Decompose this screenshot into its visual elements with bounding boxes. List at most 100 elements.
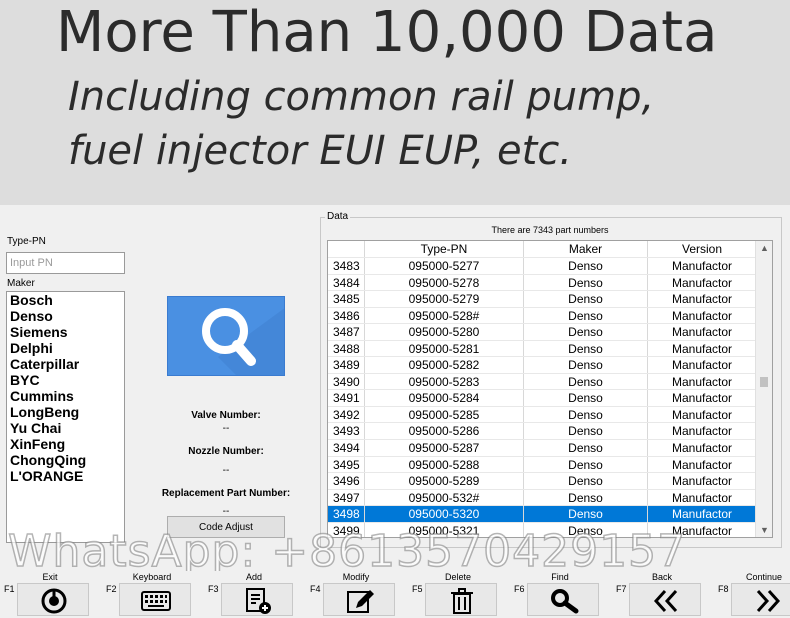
- column-header-type-pn[interactable]: Type-PN: [365, 241, 524, 257]
- cell-type-pn: 095000-5279: [365, 291, 524, 307]
- maker-list-item[interactable]: LongBeng: [10, 404, 124, 420]
- maker-list-item[interactable]: Cummins: [10, 388, 124, 404]
- maker-list-item[interactable]: Caterpillar: [10, 356, 124, 372]
- valve-number-label: Valve Number:: [191, 410, 261, 421]
- function-key-code: F7: [616, 584, 627, 594]
- table-row[interactable]: 3486 095000-528# Denso Manufactor: [328, 307, 756, 325]
- cell-maker: Denso: [524, 274, 648, 291]
- table-row[interactable]: 3489 095000-5282 Denso Manufactor: [328, 357, 756, 374]
- cell-row-number: 3491: [328, 390, 365, 406]
- add-button[interactable]: [221, 583, 293, 616]
- delete-button[interactable]: [425, 583, 497, 616]
- power-icon: [41, 588, 67, 614]
- cell-version: Manufactor: [671, 308, 733, 323]
- cell-maker: Denso: [524, 406, 648, 423]
- scroll-up-icon[interactable]: ▲: [756, 241, 772, 255]
- search-tile-button[interactable]: [167, 296, 285, 376]
- cell-type-pn: 095000-5284: [365, 390, 524, 406]
- table-row[interactable]: 3487 095000-5280 Denso Manufactor: [328, 324, 756, 341]
- function-key-label: Modify: [342, 572, 370, 582]
- table-row[interactable]: 3488 095000-5281 Denso Manufactor: [328, 340, 756, 358]
- cell-type-pn: 095000-5289: [365, 473, 524, 489]
- function-key-code: F1: [4, 584, 15, 594]
- maker-list-item[interactable]: XinFeng: [10, 436, 124, 452]
- cell-row-number: 3495: [328, 456, 365, 473]
- function-key-label: Continue: [745, 572, 783, 582]
- function-key-find: Find F6: [510, 571, 610, 618]
- replacement-part-label: Replacement Part Number:: [161, 488, 291, 499]
- type-pn-input[interactable]: [6, 252, 125, 274]
- cell-row-number: 3497: [328, 489, 365, 506]
- maker-list-item[interactable]: Yu Chai: [10, 420, 124, 436]
- table-row[interactable]: 3498 095000-5320 Denso Manufactor: [328, 506, 756, 523]
- cell-row-number: 3484: [328, 274, 365, 291]
- cell-maker: Denso: [524, 390, 648, 406]
- modify-button[interactable]: [323, 583, 395, 616]
- cell-row-number: 3488: [328, 340, 365, 357]
- cell-version: Manufactor: [671, 259, 733, 273]
- table-row[interactable]: 3495 095000-5288 Denso Manufactor: [328, 456, 756, 474]
- table-header-row: Type-PN Maker Version: [328, 241, 756, 258]
- maker-list-item[interactable]: Siemens: [10, 324, 124, 340]
- cell-type-pn: 095000-532#: [365, 489, 524, 506]
- table-row[interactable]: 3497 095000-532# Denso Manufactor: [328, 489, 756, 507]
- cell-row-number: 3496: [328, 473, 365, 489]
- cell-type-pn: 095000-5286: [365, 423, 524, 440]
- column-header-maker[interactable]: Maker: [524, 241, 648, 257]
- back-button[interactable]: [629, 583, 701, 616]
- column-header-row-number[interactable]: [328, 241, 365, 257]
- maker-list-item[interactable]: BYC: [10, 372, 124, 388]
- function-key-label: Keyboard: [132, 572, 172, 582]
- cell-type-pn: 095000-5277: [365, 258, 524, 274]
- cell-version: Manufactor: [671, 441, 733, 456]
- maker-list-item[interactable]: Delphi: [10, 340, 124, 356]
- type-pn-label: Type-PN: [7, 236, 46, 247]
- banner-subtitle-line2: fuel injector EUI EUP, etc.: [68, 128, 573, 174]
- table-row[interactable]: 3483 095000-5277 Denso Manufactor: [328, 258, 756, 275]
- table-row[interactable]: 3491 095000-5284 Denso Manufactor: [328, 390, 756, 407]
- maker-list-item[interactable]: Denso: [10, 308, 124, 324]
- function-key-code: F6: [514, 584, 525, 594]
- maker-list[interactable]: Bosch Denso Siemens Delphi Caterpillar BYC Cum…: [6, 291, 125, 543]
- cell-version: Manufactor: [671, 341, 733, 356]
- nozzle-number-label: Nozzle Number:: [188, 446, 264, 457]
- table-row[interactable]: 3496 095000-5289 Denso Manufactor: [328, 473, 756, 490]
- table-row[interactable]: 3485 095000-5279 Denso Manufactor: [328, 291, 756, 308]
- function-key-code: F5: [412, 584, 423, 594]
- table-row[interactable]: 3493 095000-5286 Denso Manufactor: [328, 423, 756, 441]
- function-key-code: F8: [718, 584, 729, 594]
- cell-row-number: 3485: [328, 291, 365, 307]
- promo-banner: More Than 10,000 Data Including common r…: [0, 0, 790, 205]
- function-key-modify: Modify F4: [306, 571, 406, 618]
- scroll-thumb[interactable]: [760, 377, 768, 387]
- maker-list-item[interactable]: Bosch: [10, 292, 124, 308]
- column-header-version[interactable]: Version: [648, 241, 756, 257]
- table-row[interactable]: 3484 095000-5278 Denso Manufactor: [328, 274, 756, 292]
- table-vertical-scrollbar[interactable]: ▲ ▼: [755, 241, 772, 537]
- cell-version: Manufactor: [671, 457, 733, 472]
- table-row[interactable]: 3492 095000-5285 Denso Manufactor: [328, 406, 756, 424]
- app-window: Type-PN Maker BoschDensoSiemensDelphiCat…: [0, 205, 790, 570]
- cell-row-number: 3490: [328, 373, 365, 390]
- cell-type-pn: 095000-5287: [365, 440, 524, 456]
- cell-type-pn: 095000-5288: [365, 456, 524, 473]
- cell-maker: Denso: [524, 423, 648, 440]
- find-button[interactable]: [527, 583, 599, 616]
- data-group-legend: Data: [325, 211, 351, 222]
- cell-type-pn: 095000-5283: [365, 373, 524, 390]
- table-row[interactable]: 3494 095000-5287 Denso Manufactor: [328, 440, 756, 457]
- parts-table[interactable]: Type-PN Maker Version 3483 095000-5277 Denso M…: [327, 240, 773, 538]
- table-row[interactable]: 3490 095000-5283 Denso Manufactor: [328, 373, 756, 391]
- cell-maker: Denso: [524, 440, 648, 456]
- watermark-text: WhatsApp: +8613570429157: [7, 525, 687, 578]
- double-chevron-right-icon: [756, 589, 781, 613]
- function-key-label: Exit: [42, 572, 58, 582]
- keyboard-button[interactable]: [119, 583, 191, 616]
- maker-list-item[interactable]: L'ORANGE: [10, 468, 124, 484]
- maker-list-item[interactable]: ChongQing: [10, 452, 124, 468]
- continue-button[interactable]: [731, 583, 790, 616]
- cell-type-pn: 095000-5282: [365, 357, 524, 373]
- exit-button[interactable]: [17, 583, 89, 616]
- cell-row-number: 3483: [328, 258, 365, 274]
- function-key-code: F3: [208, 584, 219, 594]
